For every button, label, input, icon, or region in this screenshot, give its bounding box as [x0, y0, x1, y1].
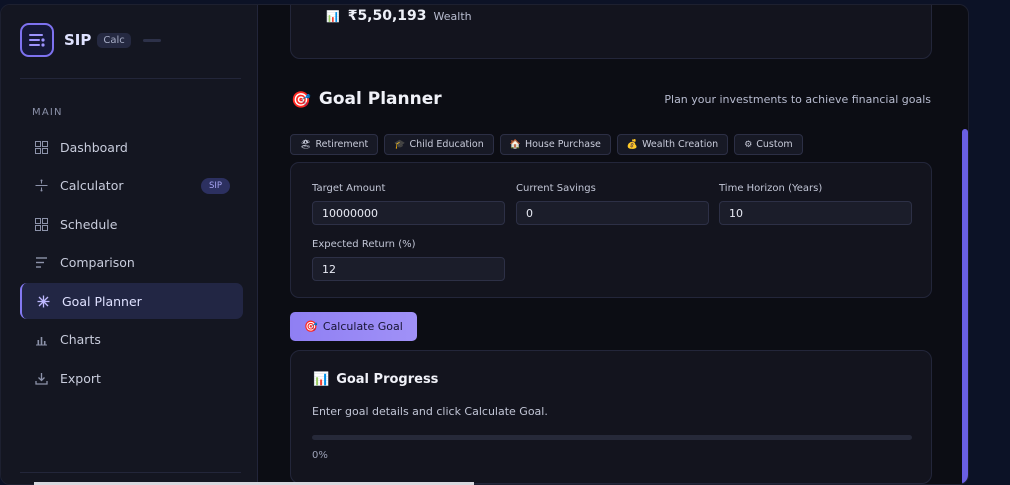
- chip-retirement[interactable]: 🏖 Retirement: [290, 134, 379, 155]
- calculator-icon: [34, 179, 48, 193]
- chip-label: Wealth Creation: [642, 139, 719, 150]
- chip-wealth-creation[interactable]: 💰 Wealth Creation: [616, 134, 729, 155]
- graduation-cap-icon: 🎓: [394, 139, 406, 150]
- house-icon: 🏠: [509, 139, 521, 150]
- goal-progress-card: 📊 Goal Progress Enter goal details and c…: [290, 350, 932, 484]
- logo-icon: [20, 23, 54, 57]
- goal-planner-heading: 🎯 Goal Planner: [291, 89, 442, 109]
- scrollbar-thumb[interactable]: [962, 129, 968, 484]
- wealth-summary: 📊 ₹5,50,193 Wealth: [326, 8, 472, 24]
- sidebar-item-label: Comparison: [60, 255, 135, 270]
- wealth-value: ₹5,50,193: [347, 8, 427, 24]
- gear-icon: ⚙: [744, 139, 753, 150]
- sidebar-item-schedule[interactable]: Schedule: [20, 206, 243, 242]
- expected-return-field: Expected Return (%): [312, 239, 505, 281]
- main-content: 📊 ₹5,50,193 Wealth 🎯 Goal Planner Plan y…: [258, 5, 968, 484]
- target-amount-input[interactable]: [312, 201, 505, 225]
- chip-house-purchase[interactable]: 🏠 House Purchase: [499, 134, 611, 155]
- goal-progress-message: Enter goal details and click Calculate G…: [312, 405, 548, 418]
- goal-progress-title: Goal Progress: [336, 372, 439, 387]
- summary-card: 📊 ₹5,50,193 Wealth: [290, 5, 932, 59]
- sidebar-item-label: Goal Planner: [62, 293, 142, 309]
- chip-label: Retirement: [315, 139, 369, 150]
- lines-icon: [34, 256, 48, 270]
- grid-icon: [34, 217, 48, 231]
- sidebar-footer-divider: [20, 472, 241, 473]
- chip-child-education[interactable]: 🎓 Child Education: [384, 134, 494, 155]
- download-icon: [34, 371, 48, 385]
- field-label: Time Horizon (Years): [719, 183, 823, 194]
- sidebar-item-charts[interactable]: Charts: [20, 322, 243, 358]
- app-window: SIP Calc MAIN Dashboard Calculator SIP S…: [0, 4, 969, 485]
- target-amount-field: Target Amount: [312, 183, 505, 225]
- brand-badge: Calc: [97, 32, 131, 48]
- page-subtitle: Plan your investments to achieve financi…: [664, 93, 931, 106]
- chip-label: House Purchase: [524, 139, 601, 150]
- goal-preset-chips: 🏖 Retirement 🎓 Child Education 🏠 House P…: [290, 134, 809, 155]
- field-label: Expected Return (%): [312, 239, 416, 250]
- brand-name: SIP: [64, 31, 92, 49]
- expected-return-input[interactable]: [312, 257, 505, 281]
- sidebar-item-label: Charts: [60, 332, 101, 347]
- goal-progress-percent: 0%: [312, 450, 328, 461]
- goal-progress-heading: 📊 Goal Progress: [313, 372, 438, 387]
- button-label: Calculate Goal: [322, 320, 403, 333]
- beach-icon: 🏖: [300, 139, 312, 150]
- target-icon: [36, 294, 50, 308]
- sidebar-item-label: Calculator: [60, 178, 124, 193]
- sidebar-item-label: Dashboard: [60, 139, 128, 155]
- chart-emoji-icon: 📊: [313, 372, 330, 387]
- sidebar-item-comparison[interactable]: Comparison: [20, 245, 243, 281]
- current-savings-input[interactable]: [516, 201, 709, 225]
- sidebar-item-goal-planner[interactable]: Goal Planner: [20, 283, 243, 319]
- sidebar-item-dashboard[interactable]: Dashboard: [20, 129, 243, 165]
- sidebar-nav: Dashboard Calculator SIP Schedule Compar…: [20, 129, 243, 399]
- sidebar-divider: [20, 78, 241, 79]
- chip-label: Child Education: [409, 139, 484, 150]
- sidebar-item-label: Export: [60, 370, 101, 386]
- sidebar-item-calculator[interactable]: Calculator SIP: [20, 168, 243, 204]
- chip-custom[interactable]: ⚙ Custom: [734, 134, 803, 155]
- field-label: Current Savings: [516, 183, 596, 194]
- goal-progress-bar: [312, 435, 912, 440]
- grid-icon: [34, 140, 48, 154]
- field-label: Target Amount: [312, 183, 386, 194]
- goal-form: Target Amount Current Savings Time Horiz…: [290, 162, 932, 298]
- current-savings-field: Current Savings: [516, 183, 709, 225]
- bar-chart-icon: [34, 333, 48, 347]
- sidebar-section-label: MAIN: [32, 107, 63, 118]
- sidebar: SIP Calc MAIN Dashboard Calculator SIP S…: [1, 5, 258, 484]
- sidebar-item-export[interactable]: Export: [20, 360, 243, 396]
- wealth-label: Wealth: [433, 10, 472, 23]
- chart-emoji-icon: 📊: [326, 10, 340, 23]
- target-emoji-icon: 🎯: [291, 89, 311, 109]
- page-title: Goal Planner: [318, 89, 442, 109]
- collapse-handle[interactable]: [142, 38, 161, 42]
- money-bag-icon: 💰: [626, 139, 639, 150]
- sidebar-item-label: Schedule: [60, 216, 118, 232]
- time-horizon-field: Time Horizon (Years): [719, 183, 912, 225]
- chip-label: Custom: [756, 139, 793, 150]
- target-emoji-icon: 🎯: [304, 320, 318, 333]
- sidebar-item-badge: SIP: [200, 177, 230, 194]
- calculate-goal-button[interactable]: 🎯 Calculate Goal: [290, 312, 417, 341]
- time-horizon-input[interactable]: [719, 201, 912, 225]
- brand[interactable]: SIP Calc: [20, 23, 161, 57]
